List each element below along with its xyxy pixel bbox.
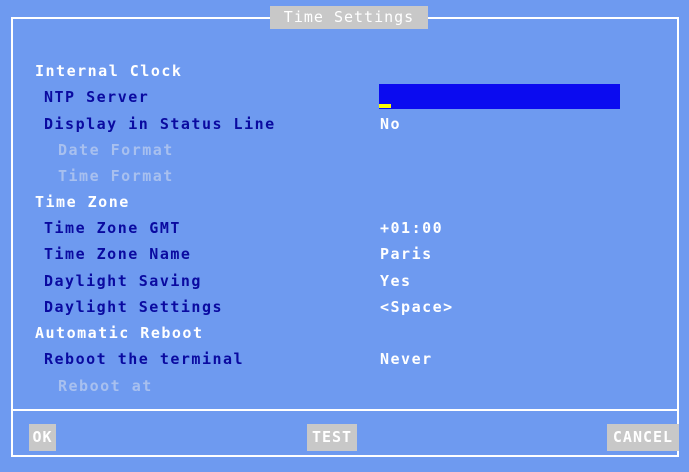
display-status-line-label: Display in Status Line (44, 115, 276, 133)
daylight-saving-value[interactable]: Yes (380, 270, 412, 292)
test-button[interactable]: TEST (307, 424, 357, 451)
reboot-terminal-label: Reboot the terminal (44, 350, 245, 368)
reboot-at-label: Reboot at (58, 377, 153, 395)
section-automatic-reboot: Automatic Reboot (35, 324, 204, 342)
button-divider (11, 409, 679, 411)
dialog-title: Time Settings (270, 6, 428, 29)
reboot-terminal-value[interactable]: Never (380, 348, 433, 370)
ok-button[interactable]: OK (29, 424, 56, 451)
daylight-settings-label: Daylight Settings (44, 298, 224, 316)
time-zone-name-value[interactable]: Paris (380, 243, 433, 265)
section-time-zone: Time Zone (35, 193, 130, 211)
ntp-server-input[interactable] (379, 84, 620, 109)
daylight-settings-value[interactable]: <Space> (380, 296, 454, 318)
display-status-line-value[interactable]: No (380, 113, 401, 135)
daylight-saving-label: Daylight Saving (44, 272, 202, 290)
date-format-label: Date Format (58, 141, 174, 159)
ntp-server-label: NTP Server (44, 88, 150, 106)
time-zone-gmt-label: Time Zone GMT (44, 219, 181, 237)
time-zone-name-label: Time Zone Name (44, 245, 192, 263)
time-zone-gmt-value[interactable]: +01:00 (380, 217, 443, 239)
cancel-button[interactable]: CANCEL (607, 424, 679, 451)
text-cursor (379, 104, 391, 108)
section-internal-clock: Internal Clock (35, 62, 183, 80)
time-format-label: Time Format (58, 167, 174, 185)
